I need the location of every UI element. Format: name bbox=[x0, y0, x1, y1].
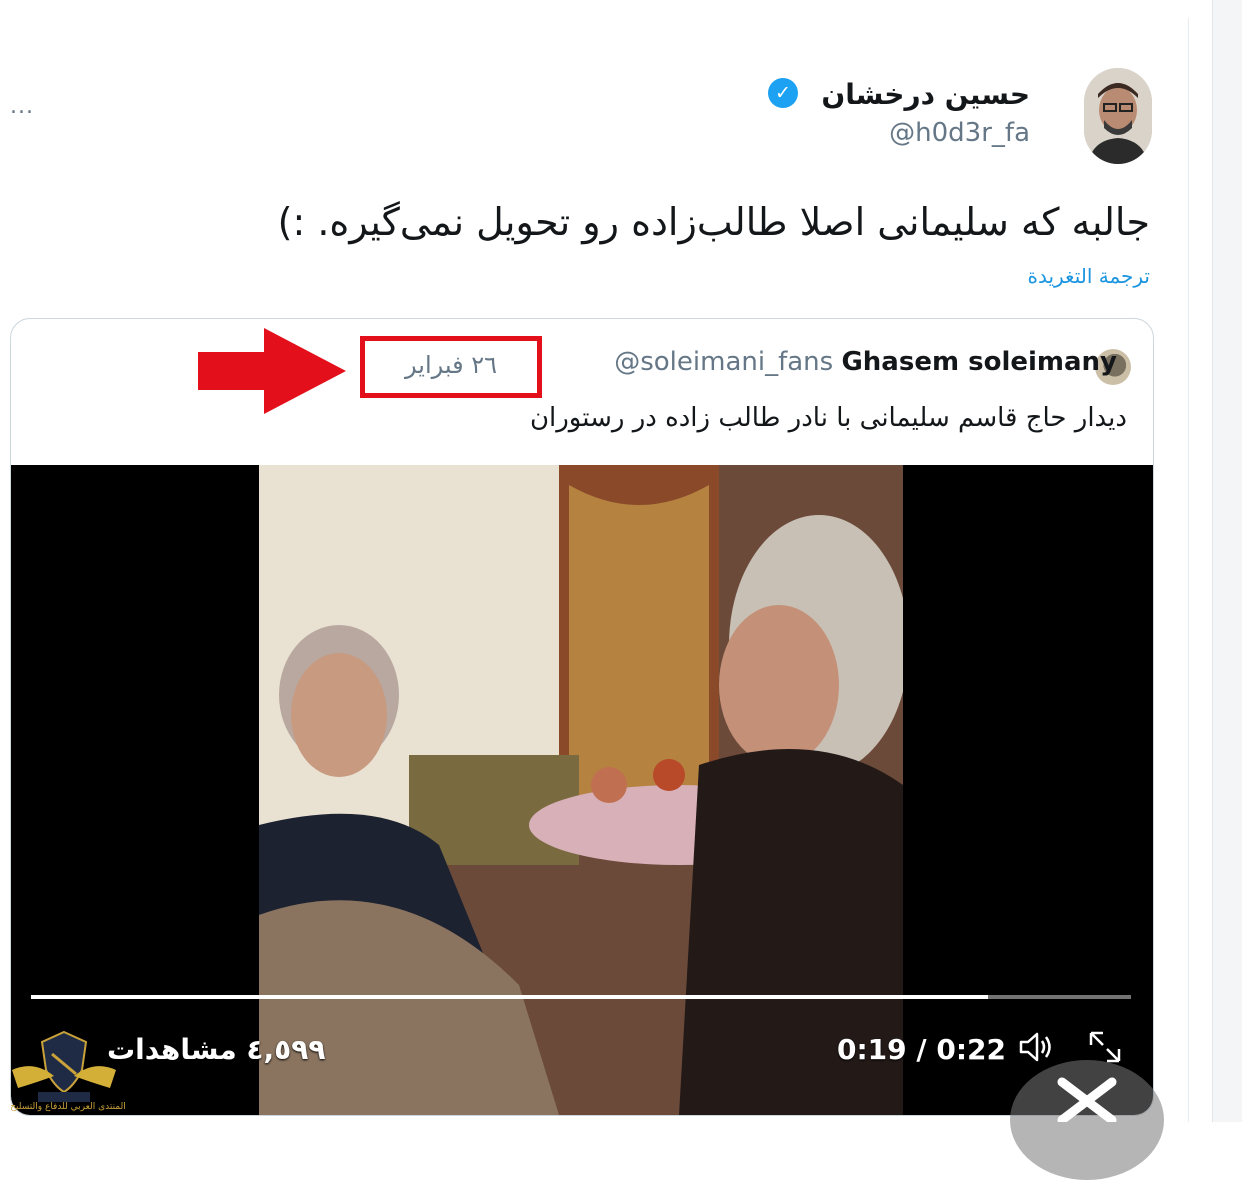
more-icon[interactable]: ... bbox=[10, 94, 34, 119]
volume-icon[interactable] bbox=[1013, 1025, 1057, 1069]
watermark-logo: المنتدى العربي للدفاع والتسليح bbox=[8, 1030, 126, 1122]
quoted-handle[interactable]: @soleimani_fans bbox=[614, 347, 833, 377]
translate-link[interactable]: ترجمة التغريدة bbox=[1027, 264, 1150, 288]
quoted-text: دیدار حاج قاسم سلیمانی با نادر طالب زاده… bbox=[529, 403, 1127, 433]
video-frame bbox=[259, 465, 903, 1115]
video-time: 0:19 / 0:22 bbox=[837, 1033, 1007, 1066]
verified-icon: ✓ bbox=[768, 78, 798, 108]
annotation-box bbox=[360, 336, 542, 398]
author-handle[interactable]: @h0d3r_fa bbox=[889, 118, 1030, 148]
author-name[interactable]: حسين درخشان bbox=[821, 78, 1030, 111]
scrollbar[interactable] bbox=[1212, 0, 1242, 1122]
quoted-tweet[interactable]: @soleimani_fans Ghasem soleimany دیدار ح… bbox=[10, 318, 1154, 1116]
video-player[interactable]: ٤,٥٩٩ مشاهدات 0:19 / 0:22 bbox=[11, 465, 1153, 1115]
tweet-text: جالبه که سلیمانی اصلا طالب‌زاده رو تحویل… bbox=[277, 200, 1150, 244]
progress-bar[interactable] bbox=[31, 995, 1131, 999]
progress-fill bbox=[31, 995, 988, 999]
quoted-name[interactable]: Ghasem soleimany bbox=[841, 347, 1117, 377]
close-icon[interactable] bbox=[1052, 1076, 1122, 1125]
watermark-text: المنتدى العربي للدفاع والتسليح bbox=[10, 1102, 126, 1112]
quoted-header: @soleimani_fans Ghasem soleimany bbox=[614, 347, 1117, 377]
annotation-arrow bbox=[198, 328, 348, 418]
view-count: ٤,٥٩٩ مشاهدات bbox=[107, 1033, 326, 1066]
avatar[interactable] bbox=[1084, 68, 1152, 164]
